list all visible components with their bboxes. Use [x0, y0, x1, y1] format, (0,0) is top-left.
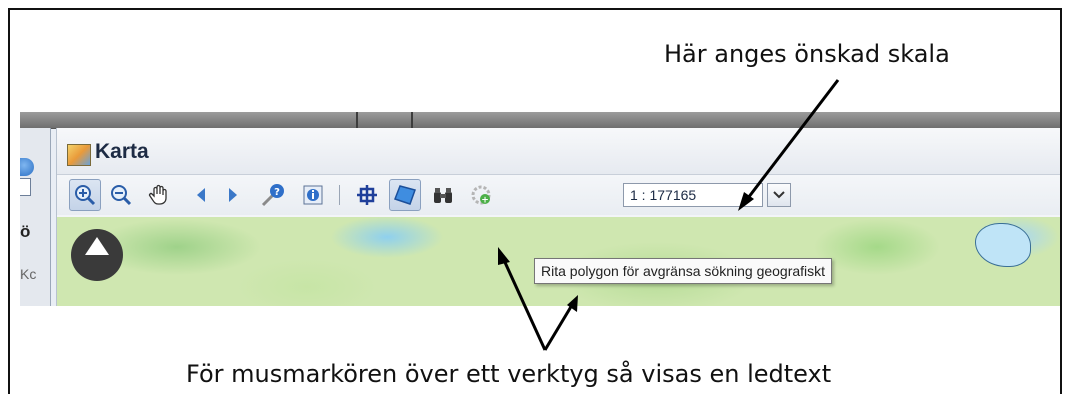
tool-pointer-arrow [501, 257, 547, 351]
scale-pointer-arrow [743, 79, 840, 203]
annotation-arrows [498, 79, 840, 351]
tooltip-pointer-arrow [543, 304, 574, 351]
tool-pointer-arrowhead [498, 247, 510, 265]
